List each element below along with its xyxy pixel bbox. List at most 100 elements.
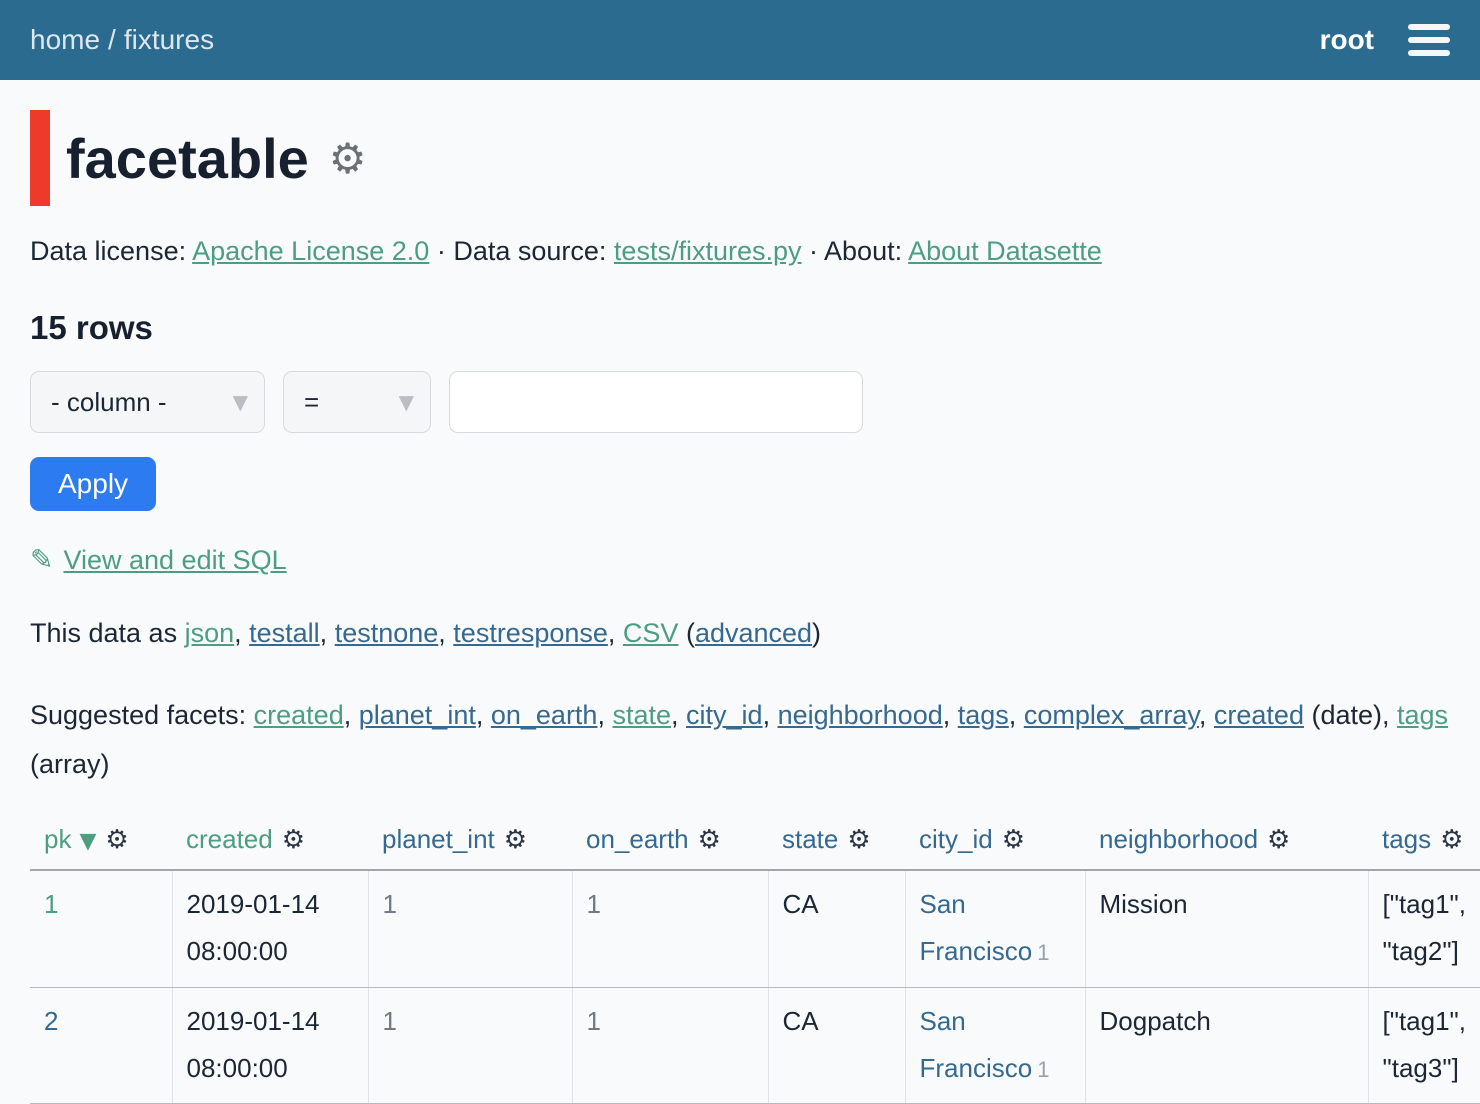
topbar-right: root — [1320, 11, 1450, 69]
page-title: facetable — [66, 126, 309, 191]
apply-button[interactable]: Apply — [30, 457, 156, 511]
facet-separator: (date), — [1304, 700, 1397, 730]
cell-on-earth: 1 — [572, 987, 768, 1104]
cell-city-id: San Francisco1 — [905, 870, 1085, 987]
column-header-link[interactable]: planet_int — [382, 824, 495, 854]
breadcrumb-home-link[interactable]: home — [30, 24, 100, 55]
table-row: 1 2019-01-14 08:00:00 1 1 CA San Francis… — [30, 870, 1480, 987]
column-header-link[interactable]: state — [782, 824, 838, 854]
export-prefix: This data as — [30, 618, 185, 648]
facet-link[interactable]: city_id — [686, 700, 763, 730]
facet-separator: , — [1009, 700, 1024, 730]
facets-prefix: Suggested facets: — [30, 700, 254, 730]
column-header-link[interactable]: created — [186, 824, 273, 854]
export-row: This data as json, testall, testnone, te… — [30, 618, 1450, 649]
facet-link[interactable]: created — [1214, 700, 1304, 730]
export-separator: ) — [812, 618, 821, 648]
column-gear-icon[interactable]: ⚙ — [105, 825, 128, 855]
facet-separator: , — [344, 700, 359, 730]
city-id-count: 1 — [1037, 1057, 1049, 1082]
column-header: planet_int ⚙ — [368, 818, 572, 870]
row-pk-link[interactable]: 2 — [44, 1006, 58, 1036]
column-gear-icon[interactable]: ⚙ — [1267, 825, 1290, 855]
facet-link[interactable]: on_earth — [491, 700, 598, 730]
filter-operator-select[interactable]: = ▼ — [283, 371, 431, 433]
column-header-link[interactable]: tags — [1382, 824, 1431, 854]
apply-row: Apply — [30, 457, 1450, 511]
column-header: state ⚙ — [768, 818, 905, 870]
column-header: on_earth ⚙ — [572, 818, 768, 870]
view-edit-sql-link[interactable]: View and edit SQL — [63, 545, 286, 575]
facet-link[interactable]: planet_int — [359, 700, 476, 730]
facet-separator: , — [671, 700, 686, 730]
column-gear-icon[interactable]: ⚙ — [1440, 825, 1463, 855]
source-label: Data source: — [453, 236, 606, 266]
row-pk-link[interactable]: 1 — [44, 889, 58, 919]
export-format-link[interactable]: testresponse — [453, 618, 608, 648]
results-table: pk▼⚙ created⚙ planet_int⚙ on_earth⚙ stat… — [30, 818, 1480, 1104]
meta-dot: · — [437, 236, 446, 266]
title-row: facetable ⚙ — [30, 110, 1450, 206]
column-gear-icon[interactable]: ⚙ — [847, 825, 870, 855]
cell-pk: 1 — [30, 870, 172, 987]
cell-created: 2019-01-14 08:00:00 — [172, 987, 368, 1104]
hamburger-bar — [1408, 50, 1450, 56]
facet-link[interactable]: complex_array — [1024, 700, 1199, 730]
filter-value-input[interactable] — [449, 371, 863, 433]
breadcrumb: home/fixtures — [30, 24, 214, 56]
topbar: home/fixtures root — [0, 0, 1480, 80]
column-gear-icon[interactable]: ⚙ — [504, 825, 527, 855]
export-format-link[interactable]: CSV — [623, 618, 679, 648]
hamburger-icon[interactable] — [1408, 11, 1450, 69]
table-head: pk▼⚙ created⚙ planet_int⚙ on_earth⚙ stat… — [30, 818, 1480, 870]
column-header: neighborhood ⚙ — [1085, 818, 1368, 870]
column-gear-icon[interactable]: ⚙ — [1002, 825, 1025, 855]
city-link[interactable]: San Francisco — [920, 889, 1033, 966]
accent-bar — [30, 110, 50, 206]
facet-separator: , — [597, 700, 612, 730]
column-gear-icon[interactable]: ⚙ — [282, 825, 305, 855]
license-label: Data license: — [30, 236, 186, 266]
column-header-link[interactable]: neighborhood — [1099, 824, 1258, 854]
facet-link[interactable]: tags — [958, 700, 1009, 730]
export-format-link[interactable]: testnone — [335, 618, 439, 648]
logged-in-user-label[interactable]: root — [1320, 24, 1374, 56]
filter-column-select[interactable]: - column - ▼ — [30, 371, 265, 433]
chevron-down-icon: ▼ — [399, 390, 414, 414]
source-link[interactable]: tests/fixtures.py — [614, 236, 802, 266]
cell-state: CA — [768, 987, 905, 1104]
facet-link[interactable]: tags — [1397, 700, 1448, 730]
export-separator: , — [438, 618, 453, 648]
column-header-link[interactable]: pk — [44, 824, 71, 854]
about-link[interactable]: About Datasette — [908, 236, 1102, 266]
facet-link[interactable]: neighborhood — [778, 700, 943, 730]
column-header: created ⚙ — [172, 818, 368, 870]
table-body: 1 2019-01-14 08:00:00 1 1 CA San Francis… — [30, 870, 1480, 1104]
column-header-link[interactable]: city_id — [919, 824, 993, 854]
column-header-link[interactable]: on_earth — [586, 824, 689, 854]
cell-planet-int: 1 — [368, 870, 572, 987]
hamburger-bar — [1408, 37, 1450, 43]
export-separator: , — [234, 618, 249, 648]
cell-neighborhood: Mission — [1085, 870, 1368, 987]
export-format-link[interactable]: advanced — [695, 618, 812, 648]
facet-link[interactable]: created — [254, 700, 344, 730]
breadcrumb-table-link[interactable]: fixtures — [124, 24, 214, 55]
export-format-link[interactable]: json — [185, 618, 235, 648]
facet-link[interactable]: state — [612, 700, 671, 730]
cell-on-earth: 1 — [572, 870, 768, 987]
metadata-line: Data license: Apache License 2.0 · Data … — [30, 236, 1450, 267]
city-link[interactable]: San Francisco — [920, 1006, 1033, 1083]
license-link[interactable]: Apache License 2.0 — [192, 236, 429, 266]
header-row: pk▼⚙ created⚙ planet_int⚙ on_earth⚙ stat… — [30, 818, 1480, 870]
cell-neighborhood: Dogpatch — [1085, 987, 1368, 1104]
cell-tags: ["tag1", "tag2"] — [1368, 870, 1480, 987]
cell-planet-int: 1 — [368, 987, 572, 1104]
sql-row: ✎View and edit SQL — [30, 543, 1450, 576]
cell-created: 2019-01-14 08:00:00 — [172, 870, 368, 987]
facets-row: Suggested facets: created, planet_int, o… — [30, 691, 1450, 788]
export-format-link[interactable]: testall — [249, 618, 320, 648]
column-gear-icon[interactable]: ⚙ — [698, 825, 721, 855]
cell-city-id: San Francisco1 — [905, 987, 1085, 1104]
table-settings-gear-icon[interactable]: ⚙ — [329, 134, 367, 183]
